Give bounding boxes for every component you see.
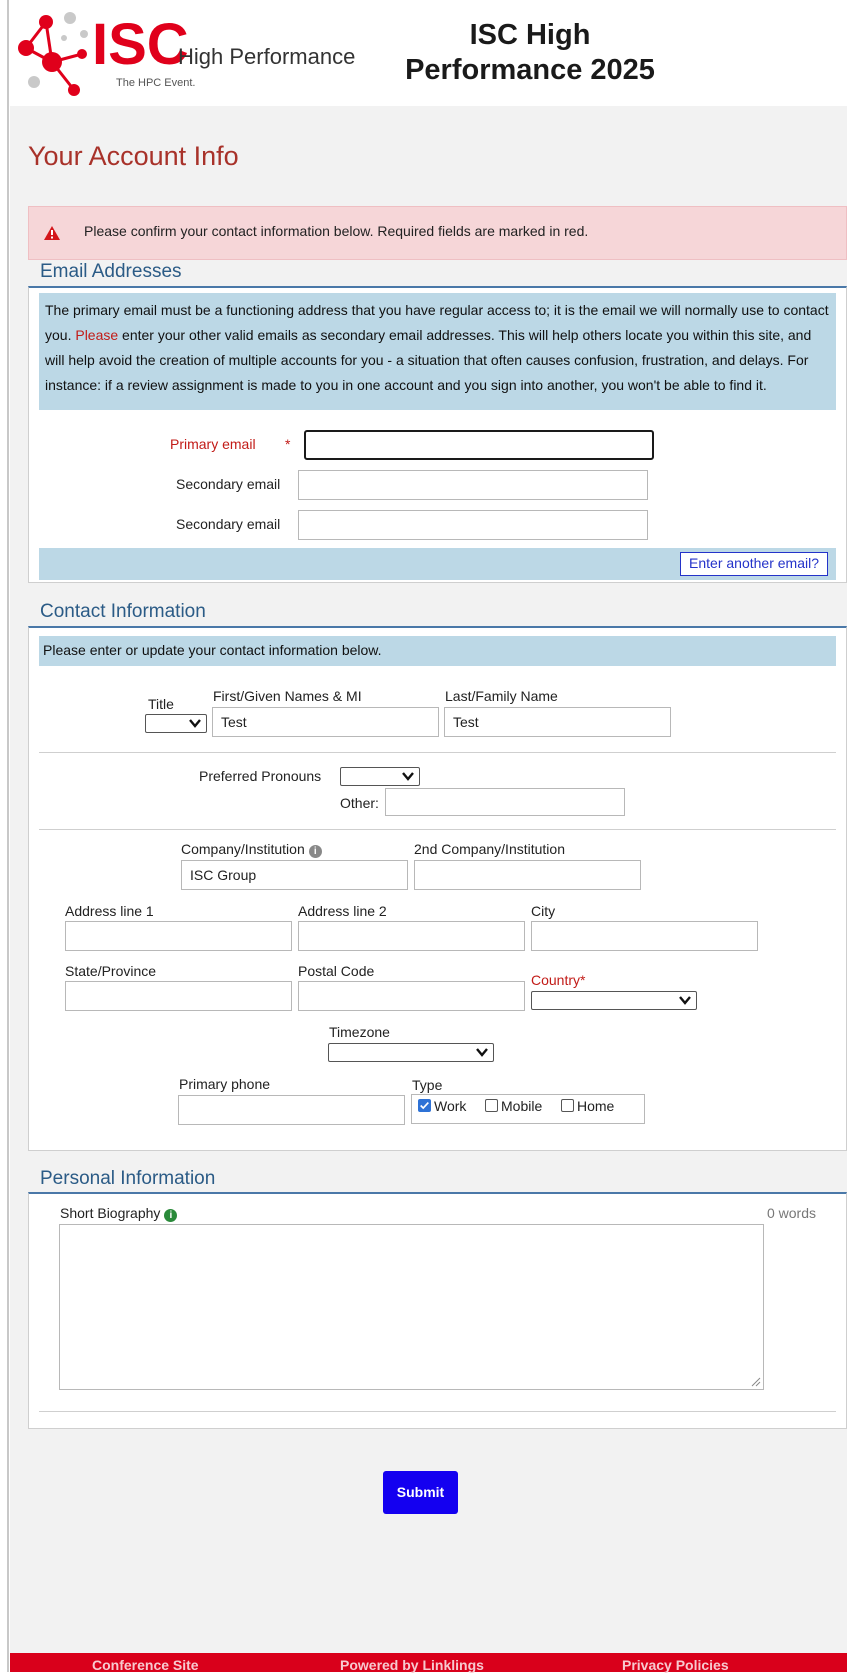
contact-panel: Please enter or update your contact info… <box>28 626 847 1151</box>
page-title: Your Account Info <box>28 141 239 171</box>
home-option-label: Home <box>577 1098 615 1114</box>
alert-text: Please confirm your contact information … <box>84 223 589 239</box>
chevron-down-icon <box>189 719 201 728</box>
state-label: State/Province <box>65 963 157 979</box>
secondary-email-input-1[interactable] <box>298 470 648 500</box>
secondary-email-label-2: Secondary email <box>176 516 281 532</box>
alert-banner: Please confirm your contact information … <box>28 206 847 260</box>
site-header: ISC High Performance The HPC Event. ISC … <box>10 0 847 106</box>
resize-handle-icon[interactable] <box>751 1377 761 1387</box>
pronouns-select[interactable] <box>340 767 420 786</box>
company2-label: 2nd Company/Institution <box>414 841 565 857</box>
phone-label: Primary phone <box>179 1076 271 1092</box>
chevron-down-icon <box>402 772 414 781</box>
timezone-select[interactable] <box>328 1043 494 1062</box>
home-checkbox[interactable] <box>561 1099 574 1112</box>
email-section-title: Email Addresses <box>40 261 182 282</box>
company-label: Company/Institution i <box>181 841 322 858</box>
country-select[interactable] <box>531 991 697 1010</box>
title-label: Title <box>148 696 174 712</box>
phone-input[interactable] <box>178 1095 405 1125</box>
address2-input[interactable] <box>298 921 525 951</box>
svg-text:ISC: ISC <box>92 12 189 77</box>
word-count: 0 words <box>766 1205 816 1221</box>
address1-label: Address line 1 <box>65 903 154 919</box>
personal-section-title: Personal Information <box>40 1168 216 1189</box>
footer-link-privacy[interactable]: Privacy Policies <box>622 1657 729 1673</box>
address2-label: Address line 2 <box>298 903 387 919</box>
work-option-label: Work <box>434 1098 467 1114</box>
info-icon[interactable]: i <box>308 845 322 858</box>
bio-label: Short Biography i <box>60 1205 178 1222</box>
other-pronoun-input[interactable] <box>385 788 625 816</box>
primary-email-label: Primary email <box>170 436 256 452</box>
city-input[interactable] <box>531 921 758 951</box>
last-name-input[interactable] <box>444 707 671 737</box>
work-checkbox[interactable] <box>418 1099 431 1112</box>
check-icon <box>420 1101 429 1110</box>
last-name-label: Last/Family Name <box>445 688 558 704</box>
personal-panel: Short Biography i 0 words <box>28 1192 847 1429</box>
email-panel: The primary email must be a functioning … <box>28 286 847 583</box>
mobile-checkbox[interactable] <box>485 1099 498 1112</box>
secondary-email-label-1: Secondary email <box>176 476 281 492</box>
divider <box>39 752 836 753</box>
secondary-email-input-2[interactable] <box>298 510 648 540</box>
site-footer: Conference Site Powered by Linklings Pri… <box>10 1653 847 1673</box>
site-title: ISC High Performance 2025 <box>405 19 655 86</box>
country-label: Country* <box>531 972 586 988</box>
contact-info-box: Please enter or update your contact info… <box>39 636 836 666</box>
warning-icon <box>44 226 60 240</box>
required-marker: * <box>285 436 291 452</box>
divider <box>39 1411 836 1412</box>
address1-input[interactable] <box>65 921 292 951</box>
info-icon[interactable]: i <box>164 1209 178 1222</box>
chevron-down-icon <box>679 996 691 1005</box>
first-name-label: First/Given Names & MI <box>213 688 362 704</box>
pronouns-label: Preferred Pronouns <box>199 768 322 784</box>
main-content: Your Account Info Please confirm your co… <box>10 106 847 1653</box>
company2-input[interactable] <box>414 860 641 890</box>
primary-email-input[interactable] <box>304 430 654 460</box>
enter-another-email-button[interactable]: Enter another email? <box>680 552 828 576</box>
state-input[interactable] <box>65 981 292 1011</box>
email-info-box: The primary email must be a functioning … <box>39 293 836 410</box>
timezone-label: Timezone <box>329 1024 390 1040</box>
phone-type-group: Work Mobile Home <box>411 1094 645 1124</box>
city-label: City <box>531 903 556 919</box>
bio-textarea[interactable] <box>59 1224 764 1390</box>
left-border <box>7 0 9 1672</box>
svg-text:High Performance: High Performance <box>178 44 355 69</box>
postal-input[interactable] <box>298 981 525 1011</box>
isc-logo: ISC High Performance The HPC Event. <box>18 12 355 96</box>
email-actions-bar: Enter another email? <box>39 548 836 580</box>
postal-label: Postal Code <box>298 963 375 979</box>
svg-text:The HPC Event.: The HPC Event. <box>116 77 195 89</box>
other-pronoun-label: Other: <box>340 795 379 811</box>
company-input[interactable] <box>181 860 408 890</box>
submit-button[interactable]: Submit <box>383 1471 458 1514</box>
divider <box>39 829 836 830</box>
phone-type-label: Type <box>412 1077 443 1093</box>
title-select[interactable] <box>145 714 207 733</box>
footer-link-linklings[interactable]: Powered by Linklings <box>340 1657 484 1673</box>
chevron-down-icon <box>476 1048 488 1057</box>
contact-section-title: Contact Information <box>40 601 206 622</box>
mobile-option-label: Mobile <box>501 1098 543 1114</box>
first-name-input[interactable] <box>212 707 439 737</box>
footer-link-conference-site[interactable]: Conference Site <box>92 1657 199 1673</box>
